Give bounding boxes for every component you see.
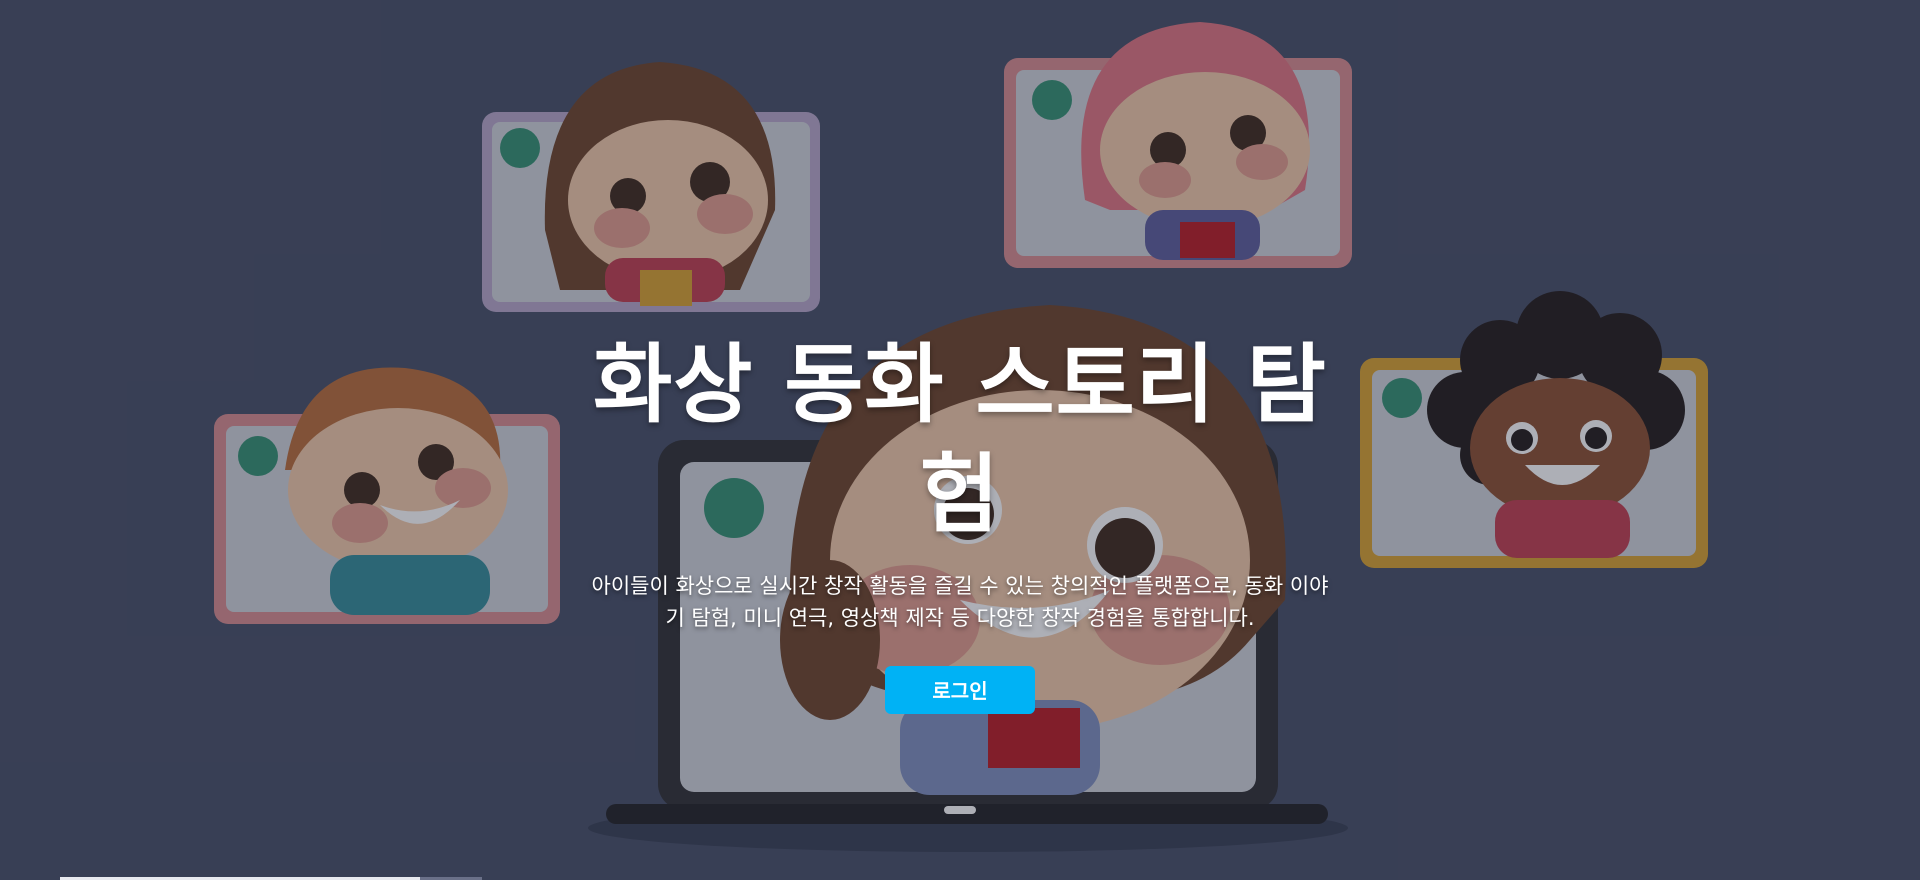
hero-section: 화상 동화 스토리 탐험 아이들이 화상으로 실시간 창작 활동을 즐길 수 있… [560, 330, 1360, 714]
page-title: 화상 동화 스토리 탐험 [593, 335, 1327, 545]
video-camera-icon [238, 436, 278, 476]
video-camera-icon [1382, 378, 1422, 418]
video-camera-icon [1032, 80, 1072, 120]
hero-description: 아이들이 화상으로 실시간 창작 활동을 즐길 수 있는 창의적인 플랫폼으로,… [591, 574, 1329, 630]
child-video-card [1360, 291, 1708, 568]
video-camera-icon [500, 128, 540, 168]
child-video-card [1004, 22, 1352, 268]
child-video-card [482, 62, 820, 312]
child-video-card [214, 367, 560, 624]
login-button[interactable]: 로그인 [885, 666, 1035, 714]
